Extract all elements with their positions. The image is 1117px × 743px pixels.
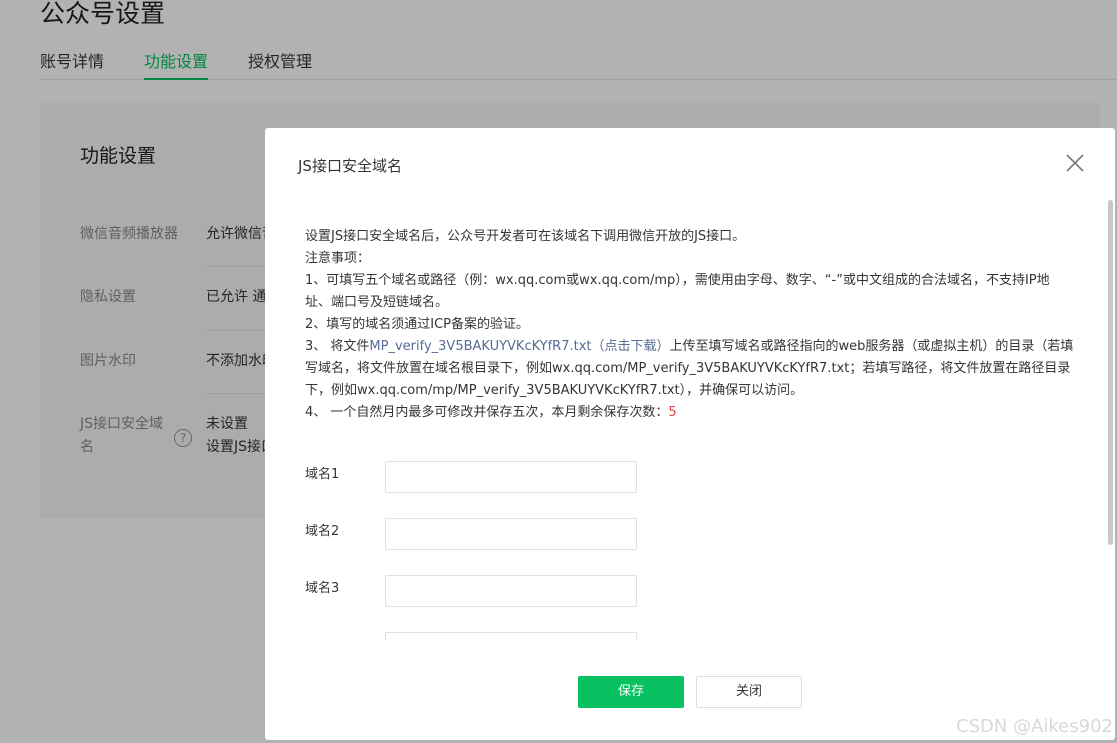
domain-label-2: 域名2 <box>305 524 340 539</box>
js-domain-dialog: JS接口安全域名 设置JS接口安全域名后，公众号开发者可在该域名下调用微信开放的… <box>265 128 1115 740</box>
notice-item-4-text: 4、 一个自然月内最多可修改并保存五次，本月剩余保存次数： <box>305 405 669 420</box>
domain-label-1: 域名1 <box>305 467 340 482</box>
notice-item-3: 3、 将文件MP_verify_3V5BAKUYVKcKYfR7.txt（点击下… <box>305 336 1075 402</box>
domain-label-3: 域名3 <box>305 581 340 596</box>
notice-text: 设置JS接口安全域名后，公众号开发者可在该域名下调用微信开放的JS接口。 注意事… <box>305 226 1075 424</box>
domain-input-2[interactable] <box>385 518 637 550</box>
notice-item-4: 4、 一个自然月内最多可修改并保存五次，本月剩余保存次数：5 <box>305 402 1075 424</box>
save-button[interactable]: 保存 <box>578 676 684 708</box>
domain-fields: 域名1 域名2 域名3 <box>265 428 1105 640</box>
notice-heading: 注意事项： <box>305 251 371 266</box>
notice-item-2: 2、填写的域名须通过ICP备案的验证。 <box>305 317 530 332</box>
domain-input-1[interactable] <box>385 461 637 493</box>
watermark: CSDN @Aikes902 <box>956 716 1113 737</box>
notice-item-3-prefix: 3、 将文件 <box>305 339 370 354</box>
notice-item-1: 1、可填写五个域名或路径（例：wx.qq.com或wx.qq.com/mp），需… <box>305 273 1050 310</box>
notice-intro: 设置JS接口安全域名后，公众号开发者可在该域名下调用微信开放的JS接口。 <box>305 229 746 244</box>
download-file-link[interactable]: MP_verify_3V5BAKUYVKcKYfR7.txt（点击下载） <box>369 339 669 354</box>
remaining-count: 5 <box>668 405 677 420</box>
close-icon[interactable] <box>1064 152 1086 174</box>
domain-input-4[interactable] <box>385 632 637 640</box>
dialog-scrollbar[interactable] <box>1108 200 1113 545</box>
close-button[interactable]: 关闭 <box>696 676 802 708</box>
domain-input-3[interactable] <box>385 575 637 607</box>
dialog-title: JS接口安全域名 <box>298 157 402 175</box>
